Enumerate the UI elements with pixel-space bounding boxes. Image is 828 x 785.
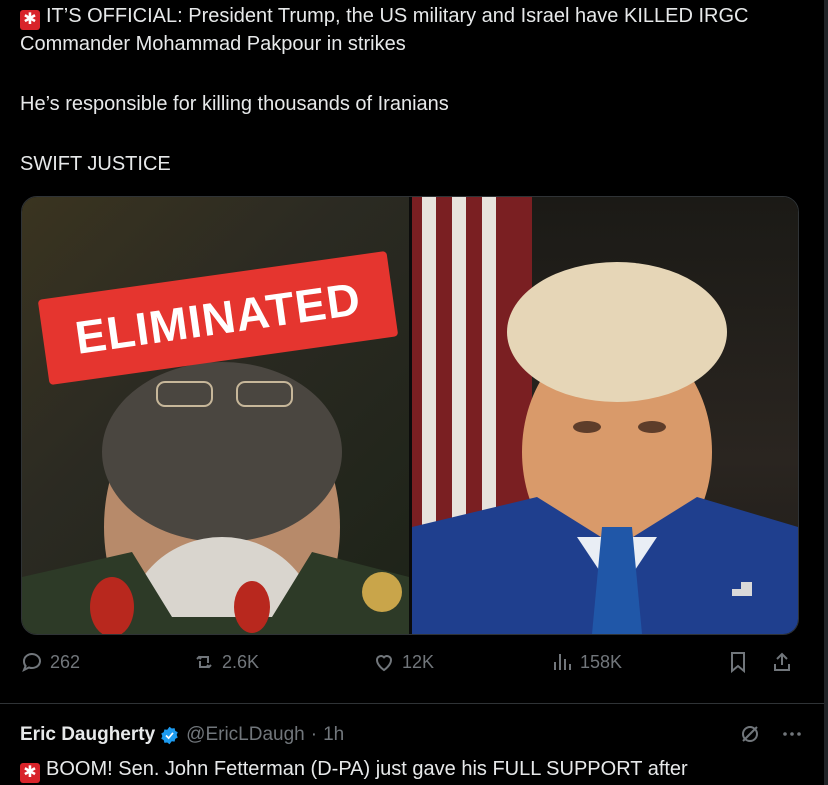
bookmark-icon bbox=[731, 652, 745, 674]
verified-badge-icon bbox=[161, 726, 178, 744]
tweet-actions: 262 2.6K 12K 158K bbox=[20, 650, 800, 686]
author-name[interactable]: Eric Daugherty bbox=[20, 724, 155, 746]
tweet-line-3: SWIFT JUSTICE bbox=[20, 153, 171, 175]
repost-icon bbox=[196, 655, 212, 669]
reply-icon bbox=[22, 653, 41, 673]
repost-count: 2.6K bbox=[222, 651, 260, 672]
repost-button[interactable]: 2.6K bbox=[192, 650, 259, 674]
heart-icon bbox=[375, 655, 393, 672]
views-count: 158K bbox=[580, 651, 623, 672]
left-photo[interactable]: ELIMINATED bbox=[22, 197, 409, 634]
bookmark-button[interactable] bbox=[726, 650, 756, 674]
reply-count: 262 bbox=[50, 651, 81, 672]
rotating-light-icon: ✱ bbox=[20, 763, 40, 783]
next-tweet-text: ✱ BOOM! Sen. John Fetterman (D-PA) just g… bbox=[20, 755, 810, 783]
tweet-divider bbox=[0, 703, 824, 704]
like-button[interactable]: 12K bbox=[372, 650, 434, 674]
right-photo[interactable] bbox=[412, 197, 798, 634]
tweet-line-1: ✱ IT’S OFFICIAL: President Trump, the US … bbox=[20, 5, 749, 55]
like-count: 12K bbox=[402, 651, 435, 672]
tweet-media[interactable]: ELIMINATED bbox=[21, 196, 799, 635]
more-icon[interactable] bbox=[780, 722, 804, 746]
scrollbar[interactable] bbox=[824, 0, 828, 785]
author-handle[interactable]: @EricLDaugh bbox=[186, 724, 305, 746]
views-icon bbox=[554, 654, 571, 670]
grok-icon[interactable] bbox=[738, 722, 762, 746]
timestamp[interactable]: 1h bbox=[323, 724, 344, 746]
separator: · bbox=[310, 724, 318, 745]
views-button[interactable]: 158K bbox=[550, 650, 622, 674]
share-icon bbox=[774, 652, 790, 671]
tweet-text: ✱ IT’S OFFICIAL: President Trump, the US … bbox=[20, 2, 800, 178]
president-photo-illustration bbox=[412, 197, 798, 634]
next-tweet-header: Eric Daugherty @EricLDaugh · 1h bbox=[20, 722, 810, 748]
reply-button[interactable]: 262 bbox=[20, 650, 80, 674]
rotating-light-icon: ✱ bbox=[20, 10, 40, 30]
tweet-line-2: He’s responsible for killing thousands o… bbox=[20, 93, 449, 115]
share-button[interactable] bbox=[770, 650, 800, 674]
